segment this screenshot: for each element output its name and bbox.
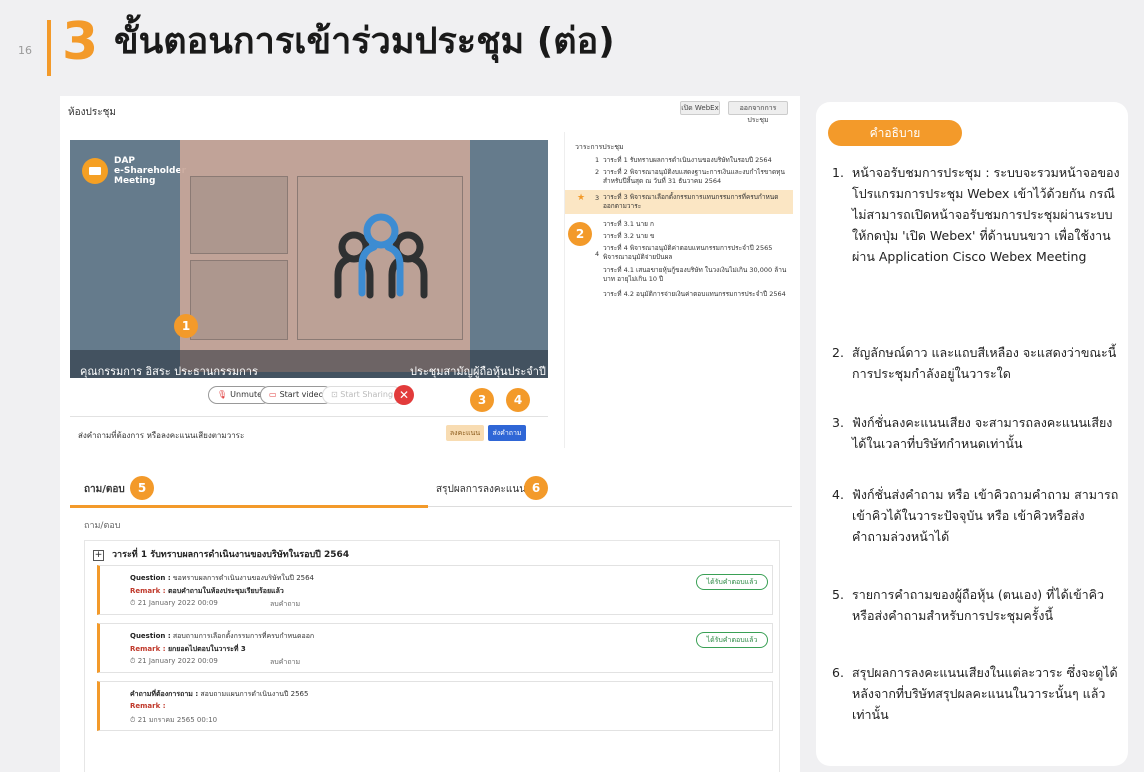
- question-text: Question : ขอทราบผลการดำเนินงานของบริษัท…: [130, 574, 315, 582]
- speaker-caption: คุณกรรมการ อิสระ ประธานกรรมการ: [80, 365, 258, 378]
- start-sharing-button[interactable]: ⊡ Start Sharing: [322, 386, 403, 404]
- qa-section-title[interactable]: + วาระที่ 1 รับทราบผลการดำเนินงานของบริษั…: [93, 547, 349, 561]
- agenda-item[interactable]: 4 วาระที่ 4 พิจารณาอนุมัติค่าตอบแทนกรรมกา…: [565, 244, 793, 262]
- explanation-item: 3. ฟังก์ชั่นลงคะแนนเสียง จะสามารถลงคะแนนเ…: [832, 415, 1113, 451]
- meeting-screenshot: ห้องประชุม เปิด WebEx ออกจากการประชุม DA…: [60, 96, 800, 772]
- video-player[interactable]: DAP e-Shareholder Meeting คุณกรรมการ อิส…: [70, 140, 548, 378]
- agenda-item[interactable]: วาระที่ 3.1 นาย ก: [565, 220, 793, 229]
- vote-bar: ส่งคำถามที่ต้องการ หรือลงคะแนนเสียงตามวา…: [70, 416, 548, 450]
- callout-badge-1: 1: [174, 314, 198, 338]
- video-stage: [180, 140, 470, 372]
- remark-text: Remark : ตอบคำถามในห้องประชุมเรียบร้อยแล…: [130, 587, 284, 595]
- agenda-title: วาระการประชุม: [575, 143, 624, 151]
- question-card: Question : ขอทราบผลการดำเนินงานของบริษัท…: [97, 565, 773, 615]
- leave-meeting-button[interactable]: ออกจากการประชุม: [728, 101, 788, 124]
- question-date: ⏱ 21 มกราคม 2565 00:10: [130, 716, 218, 724]
- agenda-item[interactable]: 2 วาระที่ 2 พิจารณาอนุมัติงบแสดงฐานะการเง…: [565, 168, 793, 186]
- agenda-item[interactable]: วาระที่ 4.1 เสนอขายหุ้นกู้ของบริษัท ในวง…: [565, 266, 793, 284]
- video-off-icon: ▭: [269, 390, 277, 399]
- meeting-caption: ประชุมสามัญผู้ถือหุ้นประจำปี 2564: [410, 365, 546, 378]
- video-tile: [190, 176, 288, 254]
- vote-button[interactable]: ลงคะแนน: [446, 425, 484, 441]
- answered-badge: ได้รับคำตอบแล้ว: [696, 574, 768, 590]
- room-label: ห้องประชุม: [68, 107, 116, 118]
- answered-badge: ได้รับคำตอบแล้ว: [696, 632, 768, 648]
- callout-badge-5: 5: [130, 476, 154, 500]
- question-text: Question : สอบถามการเลือกตั้งกรรมการที่ค…: [130, 632, 315, 640]
- explanation-item: 2. สัญลักษณ์ดาว และแถบสีเหลือง จะแสดงว่าข…: [832, 345, 1117, 381]
- agenda-item-current[interactable]: ★ 3 วาระที่ 3 พิจารณาเลือกตั้งกรรมการแทนกร…: [565, 190, 793, 214]
- ask-question-button[interactable]: ส่งคำถาม: [488, 425, 526, 441]
- participants-icon: [334, 213, 428, 299]
- question-card: Question : สอบถามการเลือกตั้งกรรมการที่ค…: [97, 623, 773, 673]
- explanation-panel: คำอธิบาย 1. หน้าจอรับชมการประชุม : ระบบจะ…: [816, 102, 1128, 766]
- explanation-item: 6. สรุปผลการลงคะแนนเสียงในแต่ละวาระ ซึ่งจ…: [832, 665, 1118, 722]
- page-title: ขั้นตอนการเข้าร่วมประชุม (ต่อ): [114, 21, 615, 62]
- dap-logo-icon: [82, 158, 108, 184]
- explanation-item: 5. รายการคำถามของผู้ถือหุ้น (ตนเอง) ที่ได…: [832, 587, 1105, 623]
- callout-badge-3: 3: [470, 388, 494, 412]
- open-webex-button[interactable]: เปิด WebEx: [680, 101, 720, 115]
- agenda-item[interactable]: วาระที่ 4.2 อนุมัติการจ่ายเงินค่าตอบแทนก…: [565, 290, 793, 299]
- remark-text: Remark : ยกยอดไปตอบในวาระที่ 3: [130, 645, 246, 653]
- tab-vote-summary[interactable]: สรุปผลการลงคะแนน: [436, 482, 526, 497]
- dap-logo-text: DAP e-Shareholder Meeting: [114, 156, 187, 186]
- question-date: ⏱ 21 January 2022 00:09: [130, 599, 218, 607]
- explanation-item: 1. หน้าจอรับชมการประชุม : ระบบจะรวมหน้าจอ…: [832, 165, 1120, 264]
- agenda-item[interactable]: วาระที่ 3.2 นาย ข: [565, 232, 793, 241]
- active-tab-indicator: [70, 505, 428, 508]
- agenda-item[interactable]: 1 วาระที่ 1 รับทราบผลการดำเนินงานของบริษั…: [565, 156, 793, 165]
- tab-qa[interactable]: ถาม/ตอบ: [84, 482, 125, 497]
- star-icon: ★: [577, 193, 586, 203]
- agenda-panel: วาระการประชุม 1 วาระที่ 1 รับทราบผลการดำเ…: [564, 132, 793, 448]
- qa-agenda-section: + วาระที่ 1 รับทราบผลการดำเนินงานของบริษั…: [84, 540, 780, 772]
- question-card: คำถามที่ต้องการถาม : สอบถามแผนการดำเนินง…: [97, 681, 773, 731]
- delete-question-link[interactable]: ลบคำถาม: [270, 599, 300, 610]
- remark-text: Remark :: [130, 702, 166, 710]
- title-step-number: 3: [62, 12, 99, 72]
- expand-icon[interactable]: +: [93, 550, 104, 561]
- vote-bar-label: ส่งคำถามที่ต้องการ หรือลงคะแนนเสียงตามวา…: [78, 431, 245, 440]
- question-text: คำถามที่ต้องการถาม : สอบถามแผนการดำเนินง…: [130, 690, 309, 698]
- qa-sub-label: ถาม/ตอบ: [84, 521, 121, 531]
- question-date: ⏱ 21 January 2022 00:09: [130, 657, 218, 665]
- callout-badge-4: 4: [506, 388, 530, 412]
- explanation-heading: คำอธิบาย: [828, 120, 962, 146]
- title-accent-bar: [47, 20, 51, 76]
- video-tile: [190, 260, 288, 340]
- callout-badge-2: 2: [568, 222, 592, 246]
- page-number: 16: [18, 44, 32, 57]
- callout-badge-6: 6: [524, 476, 548, 500]
- participants-tile: [297, 176, 463, 340]
- share-icon: ⊡: [331, 390, 341, 399]
- mic-off-icon: 🎙: [217, 390, 228, 399]
- explanation-item: 4. ฟังก์ชั่นส่งคำถาม หรือ เข้าคิวถามคำถาม…: [832, 487, 1119, 544]
- delete-question-link[interactable]: ลบคำถาม: [270, 657, 300, 668]
- end-call-button[interactable]: ✕: [394, 385, 414, 405]
- qa-panel: ถาม/ตอบ สรุปผลการลงคะแนน ถาม/ตอบ + วาระที…: [70, 472, 792, 772]
